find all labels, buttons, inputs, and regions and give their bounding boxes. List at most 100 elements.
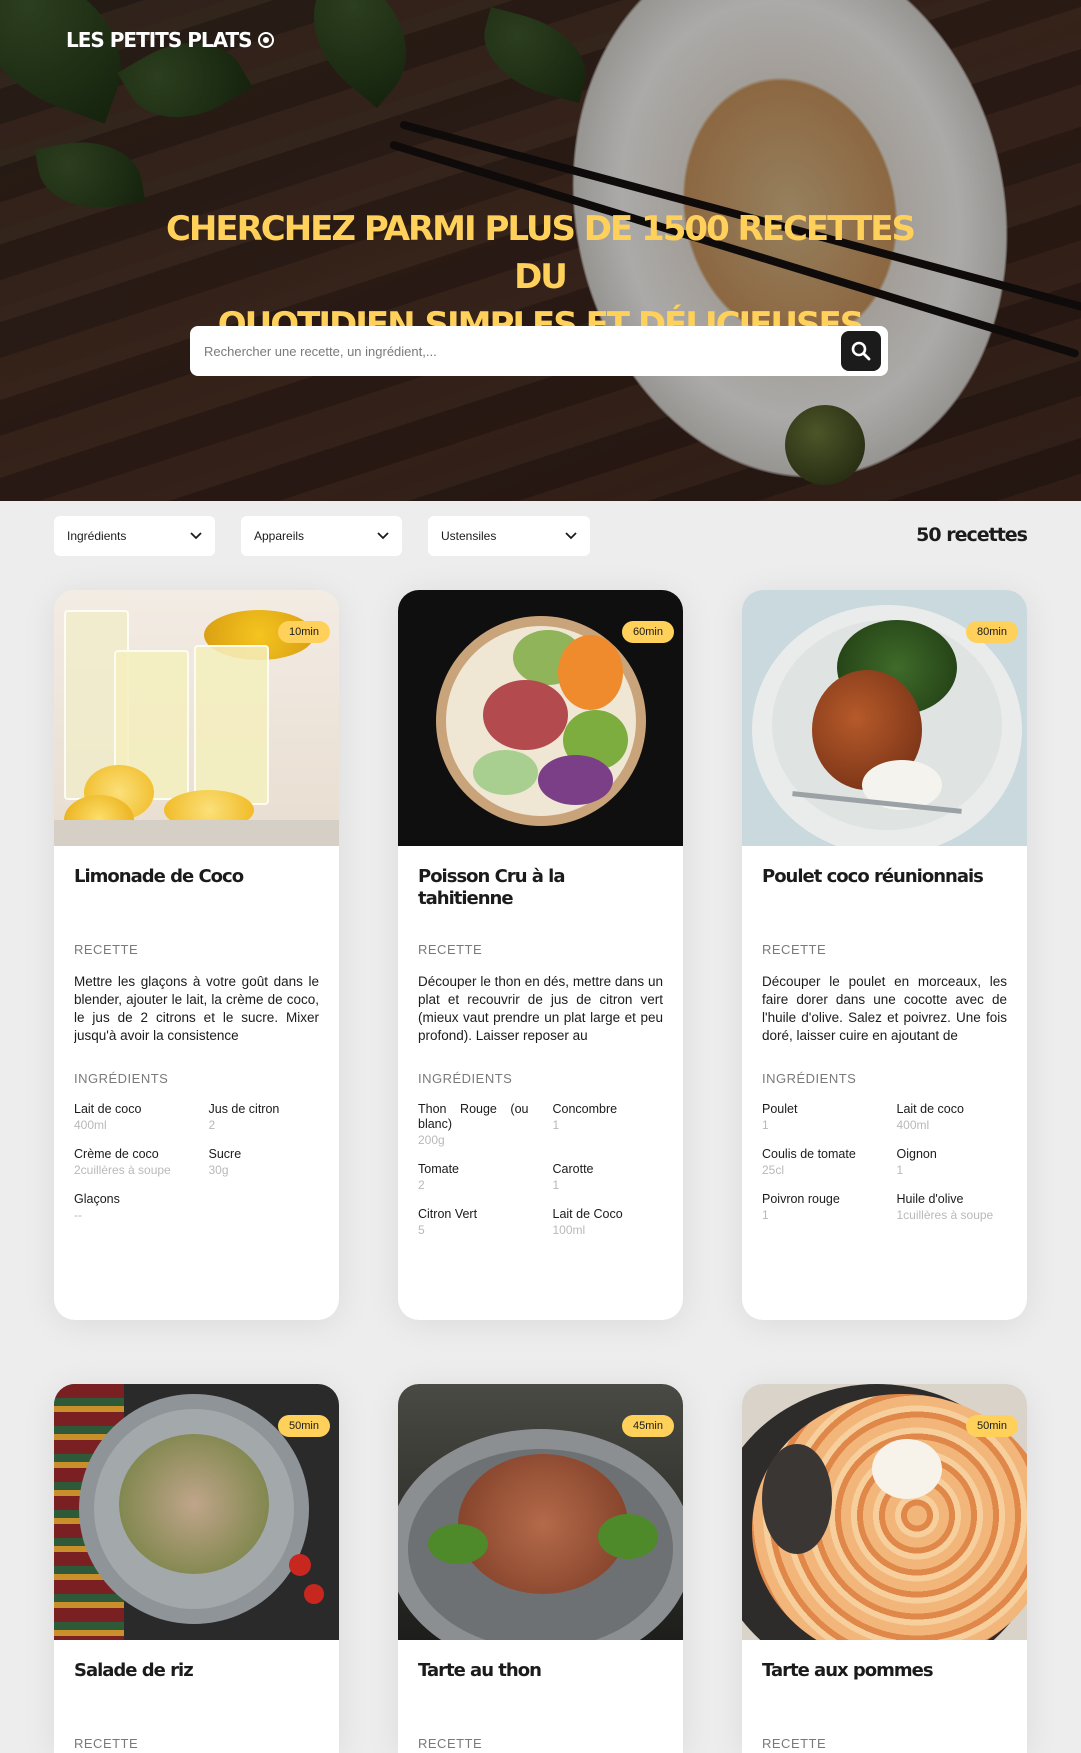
ingredient-item: Tomate 2	[418, 1162, 529, 1193]
ingredients-list: Lait de coco 400ml Jus de citron 2 Crème d…	[74, 1102, 319, 1223]
ingredient-quantity: 1	[896, 1163, 904, 1177]
recipe-description: Découper le poulet en morceaux, les fair…	[762, 974, 1007, 1043]
ingredient-quantity: 1cuillères à soupe	[896, 1208, 994, 1222]
ingredients-section-label: INGRÉDIENTS	[762, 1071, 857, 1086]
ingredient-name: Citron Vert	[418, 1207, 478, 1221]
ingredient-name: Coulis de tomate	[762, 1147, 856, 1161]
ingredient-item: Carotte 1	[553, 1162, 664, 1193]
cook-time-badge: 45min	[622, 1415, 674, 1437]
hero-banner: LES PETITS PLATS CHERCHEZ PARMI PLUS DE …	[0, 0, 1081, 501]
recipe-image: 80min	[742, 590, 1027, 846]
ingredient-name: Sucre	[208, 1147, 242, 1161]
ingredients-section-label: INGRÉDIENTS	[418, 1071, 513, 1086]
filter-ustensiles[interactable]: Ustensiles	[428, 516, 590, 556]
ingredient-name: Lait de coco	[896, 1102, 964, 1116]
ingredient-item: Thon Rouge (ou blanc) 200g	[418, 1102, 529, 1148]
recipe-section-label: RECETTE	[762, 942, 827, 957]
ingredient-name: Concombre	[552, 1102, 618, 1116]
ingredient-name: Tomate	[418, 1162, 459, 1176]
ingredient-quantity: 1	[762, 1118, 769, 1132]
recipe-image: 50min	[54, 1384, 339, 1640]
recipe-card[interactable]: 10min Limonade de Coco RECETTE Mettre le…	[54, 590, 339, 1320]
recipe-card[interactable]: 60min Poisson Cru à la tahitienne RECETT…	[398, 590, 683, 1320]
ingredient-quantity: 400ml	[74, 1118, 107, 1132]
ingredient-name: Poulet	[762, 1102, 798, 1116]
ingredient-name: Glaçons	[74, 1192, 120, 1206]
ingredient-item: Glaçons --	[74, 1192, 185, 1223]
ingredient-name: Huile d'olive	[896, 1192, 964, 1206]
ingredient-item: Lait de coco 400ml	[897, 1102, 1008, 1133]
ingredient-name: Carotte	[552, 1162, 594, 1176]
ingredient-item: Crème de coco 2cuillères à soupe	[74, 1147, 185, 1178]
recipe-title: Tarte aux pommes	[762, 1660, 934, 1681]
recipe-image: 50min	[742, 1384, 1027, 1640]
ingredient-quantity: 30g	[208, 1163, 229, 1177]
ingredient-quantity: 1	[552, 1118, 560, 1132]
ingredient-name: Lait de Coco	[552, 1207, 623, 1221]
site-logo[interactable]: LES PETITS PLATS	[66, 28, 274, 52]
ingredient-name: Thon Rouge (ou blanc)	[418, 1102, 529, 1131]
ingredient-quantity: 100ml	[552, 1223, 586, 1237]
ingredient-quantity: 25cl	[762, 1163, 785, 1177]
recipe-section-label: RECETTE	[74, 1736, 139, 1751]
search-bar	[190, 326, 888, 376]
recipe-image: 10min	[54, 590, 339, 846]
cook-time-badge: 80min	[966, 621, 1018, 643]
ingredient-quantity: 200g	[418, 1133, 445, 1147]
filter-ingredients[interactable]: Ingrédients	[54, 516, 215, 556]
headline-line-1: CHERCHEZ PARMI PLUS DE 1500 RECETTES DU	[165, 209, 916, 297]
recipe-section-label: RECETTE	[762, 1736, 827, 1751]
ingredient-item: Coulis de tomate 25cl	[762, 1147, 873, 1178]
ingredient-quantity: 2	[208, 1118, 216, 1132]
ingredient-quantity: 1	[762, 1208, 769, 1222]
ingredient-item: Poivron rouge 1	[762, 1192, 873, 1223]
ingredient-item: Lait de Coco 100ml	[553, 1207, 664, 1238]
search-input[interactable]	[204, 326, 804, 376]
recipe-card[interactable]: 50min Salade de riz RECETTE	[54, 1384, 339, 1753]
ingredient-item: Lait de coco 400ml	[74, 1102, 185, 1133]
filter-appareils[interactable]: Appareils	[241, 516, 402, 556]
ingredient-item: Citron Vert 5	[418, 1207, 529, 1238]
ingredient-item: Jus de citron 2	[209, 1102, 320, 1133]
chevron-down-icon	[190, 532, 202, 540]
recipe-description: Mettre les glaçons à votre goût dans le …	[74, 974, 319, 1043]
ingredient-item: Concombre 1	[553, 1102, 664, 1148]
ingredient-name: Lait de coco	[74, 1102, 142, 1116]
recipe-title: Salade de riz	[74, 1660, 194, 1681]
logo-text: LES PETITS PLATS	[66, 28, 253, 52]
ingredient-item: Poulet 1	[762, 1102, 873, 1133]
filter-label: Ingrédients	[67, 529, 127, 543]
ingredient-item: Huile d'olive 1cuillères à soupe	[897, 1192, 1008, 1223]
ingredient-quantity: 5	[418, 1223, 425, 1237]
recipes-count: 50 recettes	[916, 524, 1028, 546]
ingredient-name: Jus de citron	[208, 1102, 280, 1116]
ingredient-quantity: 2cuillères à soupe	[74, 1163, 171, 1177]
ingredient-quantity: 2	[418, 1178, 425, 1192]
recipe-card[interactable]: 80min Poulet coco réunionnais RECETTE Dé…	[742, 590, 1027, 1320]
search-icon	[851, 341, 871, 361]
recipe-card[interactable]: 45min Tarte au thon RECETTE	[398, 1384, 683, 1753]
ingredient-name: Poivron rouge	[762, 1192, 840, 1206]
chevron-down-icon	[565, 532, 577, 540]
recipe-title: Tarte au thon	[418, 1660, 542, 1681]
ingredients-section-label: INGRÉDIENTS	[74, 1071, 169, 1086]
recipe-section-label: RECETTE	[74, 942, 139, 957]
filter-label: Appareils	[254, 529, 305, 543]
recipe-image: 45min	[398, 1384, 683, 1640]
ingredients-list: Poulet 1 Lait de coco 400ml Coulis de toma…	[762, 1102, 1007, 1223]
recipe-section-label: RECETTE	[418, 1736, 483, 1751]
recipe-description: Découper le thon en dés, mettre dans un …	[418, 974, 663, 1043]
ingredient-quantity: 400ml	[896, 1118, 930, 1132]
ingredients-list: Thon Rouge (ou blanc) 200g Concombre 1 Tom…	[418, 1102, 663, 1238]
recipe-image: 60min	[398, 590, 683, 846]
cook-time-badge: 50min	[278, 1415, 330, 1437]
recipe-card[interactable]: 50min Tarte aux pommes RECETTE	[742, 1384, 1027, 1753]
ingredient-name: Crème de coco	[74, 1147, 159, 1161]
cook-time-badge: 50min	[966, 1415, 1018, 1437]
search-button[interactable]	[841, 331, 881, 371]
chevron-down-icon	[377, 532, 389, 540]
filter-label: Ustensiles	[441, 529, 497, 543]
ingredient-item: Oignon 1	[897, 1147, 1008, 1178]
ingredient-quantity: 1	[552, 1178, 560, 1192]
recipe-title: Limonade de Coco	[74, 866, 244, 887]
